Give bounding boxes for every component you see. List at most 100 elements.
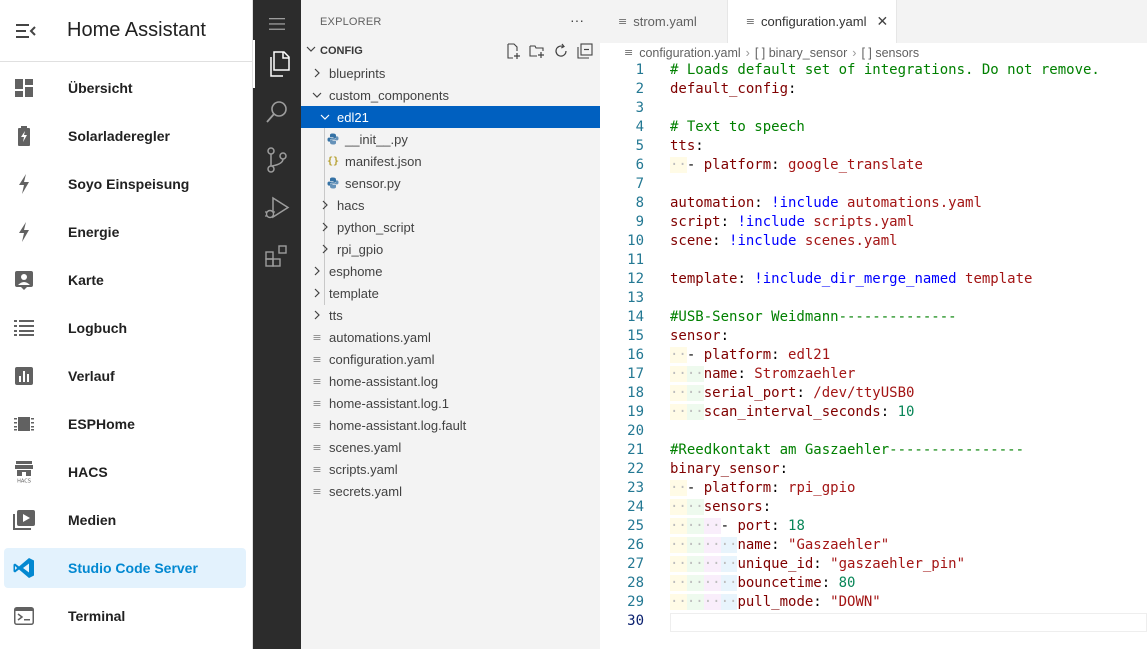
menu-collapse-icon[interactable]	[2, 7, 50, 55]
nav-item-solarladeregler[interactable]: Solarladeregler	[4, 116, 246, 156]
collapse-all-icon[interactable]	[576, 42, 594, 60]
chevron-right-icon	[309, 287, 325, 299]
chevron-right-icon	[309, 309, 325, 321]
code-token: scene	[670, 233, 713, 249]
tree-item[interactable]: custom_components	[301, 84, 600, 106]
tree-item[interactable]: sensor.py	[301, 172, 600, 194]
tree-item[interactable]: rpi_gpio	[301, 238, 600, 260]
nav-item-logbuch[interactable]: Logbuch	[4, 308, 246, 348]
nav-item-terminal[interactable]: Terminal	[4, 596, 246, 636]
tree-item[interactable]: blueprints	[301, 62, 600, 84]
code-token: scan_interval_seconds	[703, 404, 881, 420]
code-text: script: !include scripts.yaml	[670, 213, 914, 232]
tree-item[interactable]: ≡ scripts.yaml	[301, 458, 600, 480]
code-token: name	[703, 366, 738, 382]
code-token: :	[813, 594, 831, 610]
code-line: 7	[600, 175, 1147, 194]
nav-item-uebersicht[interactable]: Übersicht	[4, 68, 246, 108]
code-token: :	[720, 214, 738, 230]
nav-item-verlauf[interactable]: Verlauf	[4, 356, 246, 396]
tree-item[interactable]: ≡ secrets.yaml	[301, 480, 600, 502]
code-line: 2 default_config:	[600, 80, 1147, 99]
code-token: ··	[670, 537, 687, 553]
breadcrumb-file[interactable]: configuration.yaml	[639, 46, 740, 60]
code-token: :	[695, 138, 704, 154]
nav-item-soyo-einspeisung[interactable]: Soyo Einspeisung	[4, 164, 246, 204]
file-type-icon: ≡	[312, 462, 322, 476]
tree-item[interactable]: template	[301, 282, 600, 304]
new-file-icon[interactable]	[504, 42, 522, 60]
close-icon[interactable]: ✕	[877, 13, 889, 30]
breadcrumb-binary-sensor[interactable]: [ ] binary_sensor	[755, 46, 847, 60]
code-token: ··	[686, 518, 704, 534]
code-token: :	[712, 233, 730, 249]
tree-item[interactable]: ≡ configuration.yaml	[301, 348, 600, 370]
code-line: 8 automation: !include automations.yaml	[600, 194, 1147, 213]
section-header-config[interactable]: CONFIG	[301, 41, 600, 61]
code-line: 23 ··- platform: rpi_gpio	[600, 479, 1147, 498]
tree-item[interactable]: python_script	[301, 216, 600, 238]
code-token: Stromzaehler	[754, 366, 856, 382]
yaml-file-icon: ≡	[618, 15, 628, 28]
code-token: unique_id	[737, 556, 814, 572]
file-type-icon: ≡	[312, 440, 322, 454]
source-control-icon[interactable]	[253, 136, 301, 184]
nav-item-energie[interactable]: Energie	[4, 212, 246, 252]
account-box-icon	[4, 270, 44, 290]
line-number: 21	[627, 442, 644, 458]
file-type-icon: ≡	[312, 418, 322, 432]
tab-strom-yaml[interactable]: ≡ strom.yaml	[600, 0, 728, 43]
breadcrumb-sensors[interactable]: [ ] sensors	[861, 46, 919, 60]
flash-icon	[4, 174, 44, 194]
tree-item[interactable]: __init__.py	[301, 128, 600, 150]
line-number: 24	[627, 499, 644, 515]
tree-item[interactable]: edl21	[301, 106, 600, 128]
line-number: 20	[627, 423, 644, 439]
code-token: ··	[670, 157, 687, 173]
tab-label: configuration.yaml	[761, 14, 867, 29]
code-line: 11	[600, 251, 1147, 270]
tree-item[interactable]: tts	[301, 304, 600, 326]
tree-item[interactable]: esphome	[301, 260, 600, 282]
file-type-icon	[325, 133, 341, 145]
yaml-file-icon: ≡	[624, 46, 634, 59]
refresh-icon[interactable]	[552, 42, 570, 60]
code-token: rpi_gpio	[788, 480, 856, 496]
code-line: 17 ····name: Stromzaehler	[600, 365, 1147, 384]
explorer-files-icon[interactable]	[253, 40, 301, 88]
line-number: 9	[635, 214, 644, 230]
tree-item-label: rpi_gpio	[337, 241, 384, 257]
code-token: !include	[729, 233, 797, 249]
code-token: ··	[720, 537, 738, 553]
tree-item[interactable]: ≡ home-assistant.log.fault	[301, 414, 600, 436]
nav-item-medien[interactable]: Medien	[4, 500, 246, 540]
new-folder-icon[interactable]	[528, 42, 546, 60]
nav-item-karte[interactable]: Karte	[4, 260, 246, 300]
nav-item-esphome[interactable]: ESPHome	[4, 404, 246, 444]
chevron-right-icon	[317, 243, 333, 255]
search-icon[interactable]	[253, 88, 301, 136]
extensions-icon[interactable]	[253, 232, 301, 280]
code-editor[interactable]: 1 # Loads default set of integrations. Do…	[600, 61, 1147, 631]
tree-item[interactable]: ≡ automations.yaml	[301, 326, 600, 348]
ha-header: Home Assistant	[0, 0, 252, 62]
nav-item-studio-code-server[interactable]: Studio Code Server	[4, 548, 246, 588]
tree-item[interactable]: ≡ home-assistant.log.1	[301, 392, 600, 414]
tree-item[interactable]: {} manifest.json	[301, 150, 600, 172]
code-text: # Text to speech	[670, 118, 805, 137]
tree-item[interactable]: ≡ home-assistant.log	[301, 370, 600, 392]
code-token: script	[670, 214, 721, 230]
code-line: 6 ··- platform: google_translate	[600, 156, 1147, 175]
tree-item-label: manifest.json	[345, 153, 422, 169]
code-token: # Text to speech	[670, 119, 805, 135]
nav-item-hacs[interactable]: HACS HACS	[4, 452, 246, 492]
run-debug-icon[interactable]	[253, 184, 301, 232]
code-token: ··	[686, 385, 704, 401]
code-token: ··	[720, 575, 738, 591]
tree-item[interactable]: hacs	[301, 194, 600, 216]
line-number: 13	[627, 290, 644, 306]
more-actions-button[interactable]: ···	[570, 12, 584, 28]
tree-item[interactable]: ≡ scenes.yaml	[301, 436, 600, 458]
tab-configuration-yaml[interactable]: ≡ configuration.yaml ✕	[727, 0, 898, 43]
code-text: #USB-Sensor Weidmann--------------	[670, 308, 957, 327]
